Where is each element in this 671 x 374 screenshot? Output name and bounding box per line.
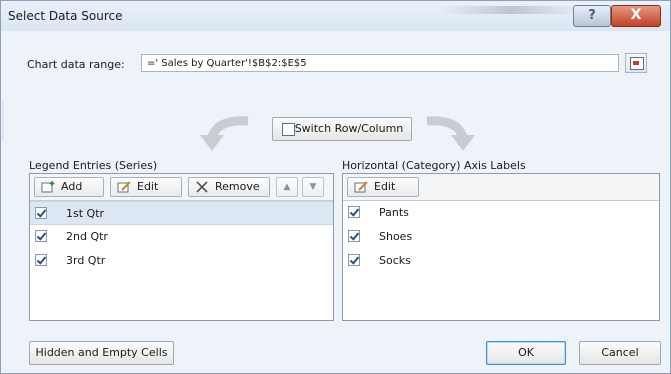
list-item[interactable]: Shoes <box>343 225 659 249</box>
legend-entries-panel: Add Edit Remove ▲ ▼ 1st Qtr 2nd Qtr 3rd … <box>29 173 334 321</box>
series-label: 3rd Qtr <box>66 254 106 267</box>
list-item[interactable]: 2nd Qtr <box>30 225 333 249</box>
add-series-button[interactable]: Add <box>34 177 104 197</box>
remove-label: Remove <box>215 180 260 193</box>
series-checkbox[interactable] <box>35 230 47 242</box>
arrow-up-icon: ▲ <box>283 182 291 192</box>
series-label: 1st Qtr <box>66 207 105 220</box>
add-label: Add <box>61 180 83 193</box>
edit-icon <box>117 181 131 193</box>
switch-row-column-icon <box>282 123 295 136</box>
switch-row-column-button[interactable]: Switch Row/Column <box>272 117 412 141</box>
list-item[interactable]: Socks <box>343 249 659 273</box>
list-item[interactable]: Pants <box>343 201 659 225</box>
edit-label: Edit <box>137 180 159 193</box>
chart-data-range-input[interactable]: =' Sales by Quarter'!$B$2:$E$5 <box>141 54 619 72</box>
legend-series-list: 1st Qtr 2nd Qtr 3rd Qtr <box>30 201 333 273</box>
edit-series-button[interactable]: Edit <box>110 177 182 197</box>
add-icon <box>41 181 55 193</box>
curved-arrow-right-icon <box>426 116 475 151</box>
remove-series-button[interactable]: Remove <box>188 177 270 197</box>
ok-button[interactable]: OK <box>486 341 566 365</box>
category-checkbox[interactable] <box>348 254 360 266</box>
category-checkbox[interactable] <box>348 230 360 242</box>
chart-data-range-label: Chart data range: <box>27 58 125 71</box>
curved-arrow-left-icon <box>200 116 249 151</box>
axis-labels-label: Horizontal (Category) Axis Labels <box>342 159 526 172</box>
title-bar[interactable]: Select Data Source ? X <box>1 1 670 31</box>
category-label: Pants <box>379 206 409 219</box>
select-data-source-dialog: Select Data Source ? X Chart data range:… <box>0 0 671 374</box>
remove-icon <box>196 181 208 193</box>
axis-labels-list: Pants Shoes Socks <box>343 201 659 273</box>
series-checkbox[interactable] <box>35 207 47 219</box>
legend-entries-label: Legend Entries (Series) <box>29 159 158 172</box>
series-checkbox[interactable] <box>35 254 47 266</box>
series-label: 2nd Qtr <box>66 230 108 243</box>
hidden-empty-cells-button[interactable]: Hidden and Empty Cells <box>29 341 174 365</box>
category-checkbox[interactable] <box>348 206 360 218</box>
list-item[interactable]: 3rd Qtr <box>30 249 333 273</box>
dialog-title: Select Data Source <box>8 9 123 23</box>
close-button[interactable]: X <box>611 5 661 27</box>
window-edge <box>1 31 11 373</box>
edit-axis-labels-button[interactable]: Edit <box>347 177 419 197</box>
edit-icon <box>354 181 368 193</box>
category-label: Shoes <box>379 230 413 243</box>
move-down-button[interactable]: ▼ <box>302 177 324 197</box>
collapse-range-button[interactable] <box>625 53 647 73</box>
arrow-down-icon: ▼ <box>309 182 317 192</box>
edit-label: Edit <box>374 180 396 193</box>
axis-toolbar: Edit <box>343 174 659 201</box>
category-label: Socks <box>379 254 411 267</box>
move-up-button[interactable]: ▲ <box>276 177 298 197</box>
switch-row-column-label: Switch Row/Column <box>294 122 404 135</box>
legend-toolbar: Add Edit Remove ▲ ▼ <box>30 174 333 201</box>
title-bar-blur <box>441 6 581 14</box>
list-item[interactable]: 1st Qtr <box>30 201 333 225</box>
cancel-button[interactable]: Cancel <box>579 341 661 365</box>
help-button[interactable]: ? <box>573 5 611 27</box>
axis-labels-panel: Edit Pants Shoes Socks <box>342 173 660 321</box>
range-selector-icon <box>630 57 644 70</box>
